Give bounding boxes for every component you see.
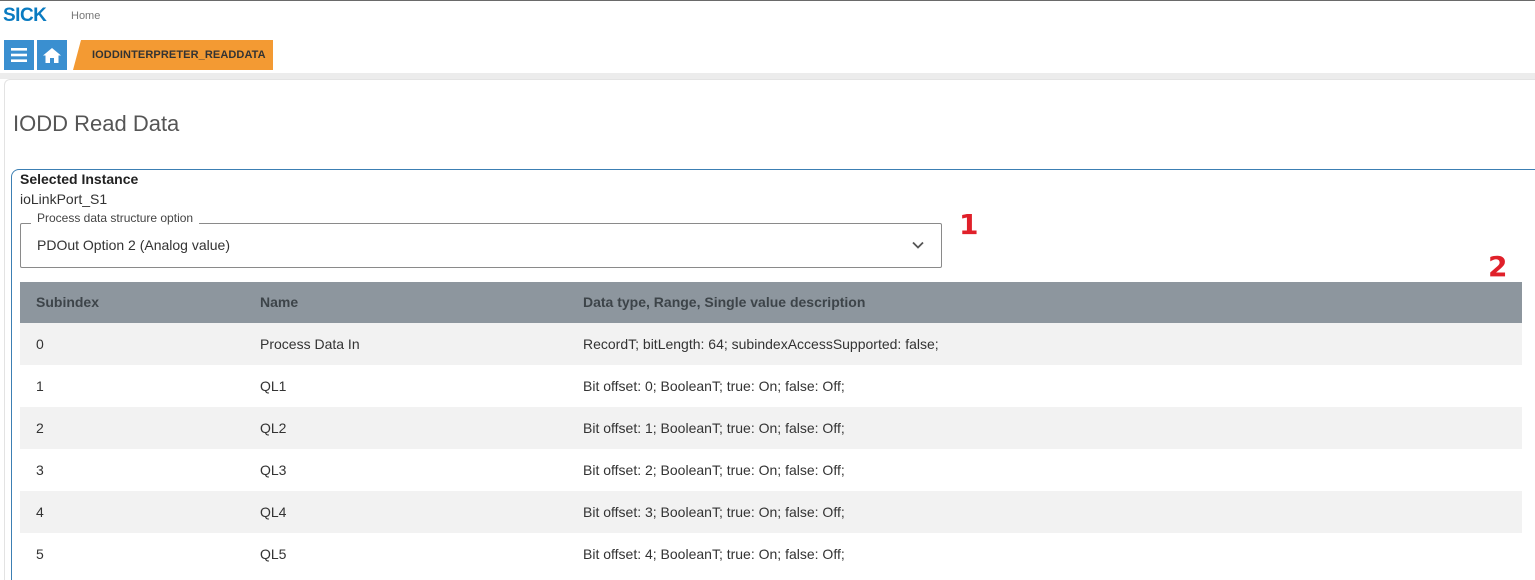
- cell-description: RecordT; bitLength: 64; subindexAccessSu…: [583, 336, 939, 352]
- table-row[interactable]: 5 QL5 Bit offset: 4; BooleanT; true: On;…: [20, 533, 1522, 575]
- cell-name: QL3: [260, 462, 287, 478]
- table-row[interactable]: 1 QL1 Bit offset: 0; BooleanT; true: On;…: [20, 365, 1522, 407]
- menu-button[interactable]: [4, 40, 34, 70]
- cell-subindex: 2: [36, 420, 44, 436]
- page-title: IODD Read Data: [13, 111, 180, 136]
- cell-name: QL4: [260, 504, 287, 520]
- page: SICK Home IODDINTERPRETER_READDATA IODD …: [0, 0, 1535, 580]
- cell-subindex: 5: [36, 546, 44, 562]
- cell-description: Bit offset: 0; BooleanT; true: On; false…: [583, 378, 845, 394]
- hamburger-menu-icon: [11, 48, 27, 62]
- chevron-down-icon: [912, 241, 924, 249]
- navigation-bar: IODDINTERPRETER_READDATA: [0, 40, 1535, 70]
- cell-description: Bit offset: 4; BooleanT; true: On; false…: [583, 546, 845, 562]
- cell-description: Bit offset: 3; BooleanT; true: On; false…: [583, 504, 845, 520]
- annotation-marker-1: 1: [959, 208, 979, 241]
- cell-subindex: 0: [36, 336, 44, 352]
- cell-subindex: 3: [36, 462, 44, 478]
- selected-instance-label: Selected Instance: [20, 171, 139, 187]
- cell-description: Bit offset: 1; BooleanT; true: On; false…: [583, 420, 845, 436]
- selected-instance-value: ioLinkPort_S1: [20, 191, 108, 207]
- home-icon: [43, 47, 61, 63]
- table-row[interactable]: 4 QL4 Bit offset: 3; BooleanT; true: On;…: [20, 491, 1522, 533]
- cell-name: Process Data In: [260, 336, 360, 352]
- table-header: Subindex Name Data type, Range, Single v…: [20, 282, 1522, 323]
- cell-name: QL1: [260, 378, 287, 394]
- column-header-name[interactable]: Name: [260, 294, 298, 310]
- process-data-table: Subindex Name Data type, Range, Single v…: [20, 282, 1522, 575]
- table-row[interactable]: 0 Process Data In RecordT; bitLength: 64…: [20, 323, 1522, 365]
- table-row[interactable]: 2 QL2 Bit offset: 1; BooleanT; true: On;…: [20, 407, 1522, 449]
- annotation-marker-2: 2: [1488, 250, 1508, 283]
- cell-name: QL2: [260, 420, 287, 436]
- sick-logo[interactable]: SICK: [3, 5, 47, 27]
- home-button[interactable]: [37, 40, 67, 70]
- cell-description: Bit offset: 2; BooleanT; true: On; false…: [583, 462, 845, 478]
- tab-ioddinterpreter-readdata[interactable]: IODDINTERPRETER_READDATA: [73, 40, 273, 70]
- top-header: SICK Home: [0, 1, 1535, 35]
- select-legend-label: Process data structure option: [31, 211, 200, 225]
- home-breadcrumb-link[interactable]: Home: [71, 10, 100, 22]
- table-row[interactable]: 3 QL3 Bit offset: 2; BooleanT; true: On;…: [20, 449, 1522, 491]
- column-header-subindex[interactable]: Subindex: [36, 294, 99, 310]
- cell-name: QL5: [260, 546, 287, 562]
- column-header-description[interactable]: Data type, Range, Single value descripti…: [583, 294, 865, 310]
- process-data-structure-select[interactable]: PDOut Option 2 (Analog value): [20, 223, 942, 268]
- select-current-value: PDOut Option 2 (Analog value): [37, 237, 230, 253]
- cell-subindex: 1: [36, 378, 44, 394]
- cell-subindex: 4: [36, 504, 44, 520]
